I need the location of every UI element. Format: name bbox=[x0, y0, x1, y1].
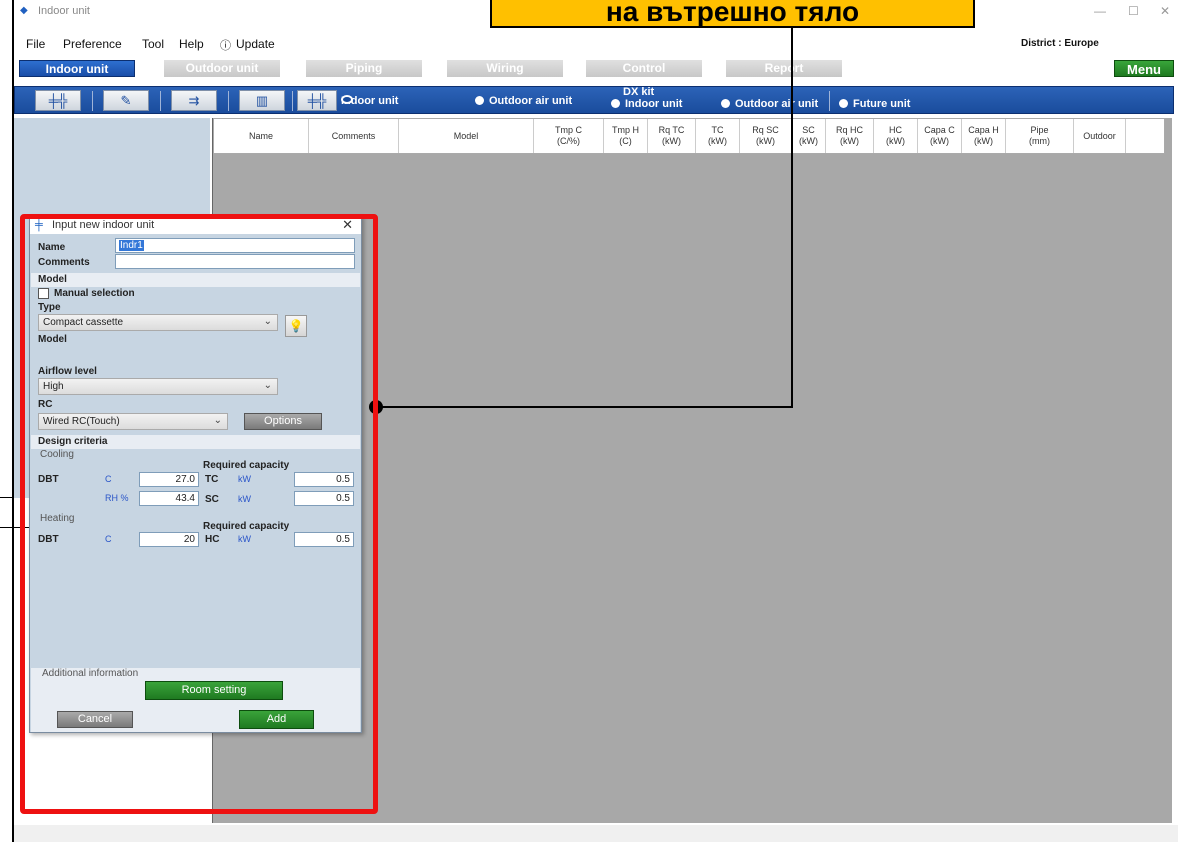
radio-dx-outdoor-air-unit-label: Outdoor air unit bbox=[735, 98, 819, 110]
unit-view-icon[interactable]: ╪╬ bbox=[297, 90, 337, 111]
radio-icon bbox=[721, 99, 730, 108]
column-header-unit: (kW) bbox=[662, 136, 681, 146]
column-header[interactable]: Pipe (mm) bbox=[1006, 119, 1074, 153]
column-header-label: Name bbox=[248, 130, 273, 141]
column-header-label: Capa C bbox=[924, 125, 955, 135]
radio-selected-icon bbox=[341, 95, 353, 104]
edit-unit-icon[interactable]: ✎ bbox=[103, 90, 149, 111]
column-header[interactable]: Rq TC (kW) bbox=[648, 119, 696, 153]
menu-preference[interactable]: Preference bbox=[63, 37, 122, 51]
column-header-label: HC bbox=[889, 125, 902, 135]
menu-help[interactable]: Help bbox=[179, 37, 204, 51]
close-button[interactable]: ✕ bbox=[1160, 4, 1170, 18]
column-header[interactable]: Model bbox=[399, 119, 534, 153]
toolbar-separator bbox=[92, 91, 93, 111]
tab-piping[interactable]: Piping bbox=[306, 60, 422, 77]
column-header-label: Model bbox=[453, 130, 479, 141]
column-header-unit: (C/%) bbox=[557, 136, 580, 146]
tab-report[interactable]: Report bbox=[726, 60, 842, 77]
column-header-label: Outdoor bbox=[1083, 130, 1116, 141]
column-header[interactable]: Tmp C (C/%) bbox=[534, 119, 604, 153]
toolbar-separator bbox=[228, 91, 229, 111]
column-header-unit: (mm) bbox=[1029, 136, 1050, 146]
column-header-unit: (kW) bbox=[799, 136, 818, 146]
radio-icon bbox=[475, 96, 484, 105]
column-header[interactable]: TC (kW) bbox=[696, 119, 740, 153]
callout-connector bbox=[791, 28, 793, 408]
column-header-unit: (kW) bbox=[973, 136, 993, 146]
tab-outdoor-unit[interactable]: Outdoor unit bbox=[164, 60, 280, 77]
column-header[interactable]: Capa H (kW) bbox=[962, 119, 1006, 153]
status-bar bbox=[14, 825, 1178, 842]
app-icon: ◆ bbox=[20, 5, 28, 16]
highlight-box bbox=[20, 214, 378, 814]
dx-kit-label: DX kit bbox=[623, 86, 655, 98]
toolbar-separator bbox=[829, 91, 830, 111]
menu-button[interactable]: Menu bbox=[1114, 60, 1174, 77]
column-header[interactable]: Rq SC (kW) bbox=[740, 119, 792, 153]
radio-future-unit-label: Future unit bbox=[853, 98, 911, 110]
toolbar-separator bbox=[160, 91, 161, 111]
delete-unit-icon[interactable]: ▥ bbox=[239, 90, 285, 111]
app-screenshot: ◆ Indoor unit — ☐ ✕ File Preference Tool… bbox=[0, 0, 1178, 842]
copy-unit-icon[interactable]: ⇉ bbox=[171, 90, 217, 111]
radio-outdoor-air-unit[interactable]: Outdoor air unit bbox=[475, 95, 572, 107]
column-header-label: Rq HC bbox=[835, 125, 863, 135]
add-indoor-unit-icon[interactable]: ╪╬ bbox=[35, 90, 81, 111]
radio-indoor-unit[interactable]: Indoor unit bbox=[341, 95, 398, 107]
callout-label: на вътрешно тяло bbox=[490, 0, 975, 28]
column-header[interactable]: Tmp H (C) bbox=[604, 119, 648, 153]
column-header-unit: (kW) bbox=[708, 136, 727, 146]
district-label: District : Europe bbox=[1021, 38, 1099, 49]
menu-tool[interactable]: Tool bbox=[142, 37, 164, 51]
column-header-label: Rq TC bbox=[658, 125, 685, 135]
toolbar: ╪╬ ✎ ⇉ ▥ ╪╬ Indoor unit Outdoor air unit… bbox=[14, 86, 1174, 114]
tab-wiring[interactable]: Wiring bbox=[447, 60, 563, 77]
tab-control[interactable]: Control bbox=[586, 60, 702, 77]
radio-icon bbox=[839, 99, 848, 108]
column-header-label: Tmp C bbox=[555, 125, 582, 135]
toolbar-separator bbox=[292, 91, 293, 111]
radio-outdoor-air-unit-label: Outdoor air unit bbox=[489, 95, 573, 107]
update-icon: ⓘ bbox=[220, 40, 231, 52]
column-header-label: SC bbox=[802, 125, 815, 135]
column-header-unit: (C) bbox=[619, 136, 632, 146]
column-header-unit: (kW) bbox=[929, 136, 949, 146]
radio-dx-outdoor-air-unit[interactable]: Outdoor air unit bbox=[721, 98, 818, 110]
menu-file[interactable]: File bbox=[26, 37, 45, 51]
callout-connector bbox=[376, 406, 793, 408]
radio-icon bbox=[611, 99, 620, 108]
column-header-unit: (kW) bbox=[886, 136, 905, 146]
column-header[interactable]: SC (kW) bbox=[792, 119, 826, 153]
maximize-button[interactable]: ☐ bbox=[1128, 4, 1139, 18]
column-header-label: Pipe bbox=[1030, 125, 1049, 135]
menu-update[interactable]: Update bbox=[236, 37, 275, 51]
tab-indoor-unit[interactable]: Indoor unit bbox=[19, 60, 135, 77]
column-header[interactable]: Rq HC (kW) bbox=[826, 119, 874, 153]
column-header[interactable]: HC (kW) bbox=[874, 119, 918, 153]
page-divider bbox=[0, 497, 14, 498]
column-header-unit: (kW) bbox=[839, 136, 859, 146]
column-header[interactable]: Capa C (kW) bbox=[918, 119, 962, 153]
radio-dx-indoor-unit-label: Indoor unit bbox=[625, 98, 683, 110]
column-header-label: TC bbox=[711, 125, 724, 135]
grid-header: Name Comments Model Tmp C (C/%) Tmp H (C) Rq TC… bbox=[213, 118, 1165, 154]
column-header-label: Tmp H bbox=[612, 125, 639, 135]
window-title: Indoor unit bbox=[38, 5, 90, 17]
column-header[interactable]: Outdoor bbox=[1074, 119, 1126, 153]
column-header-label: Rq SC bbox=[752, 125, 779, 135]
menu-bar: File Preference Tool Help ⓘ Update Distr… bbox=[14, 34, 1178, 52]
radio-dx-indoor-unit[interactable]: Indoor unit bbox=[611, 98, 682, 110]
column-header[interactable]: Name bbox=[214, 119, 309, 153]
main-tabs: Indoor unit Outdoor unit Piping Wiring C… bbox=[14, 58, 1178, 78]
column-header-label: Comments bbox=[331, 130, 376, 141]
radio-future-unit[interactable]: Future unit bbox=[839, 98, 910, 110]
column-header-label: Capa H bbox=[968, 125, 999, 135]
minimize-button[interactable]: — bbox=[1094, 4, 1106, 18]
column-header[interactable]: Comments bbox=[309, 119, 399, 153]
column-header-unit: (kW) bbox=[755, 136, 775, 146]
